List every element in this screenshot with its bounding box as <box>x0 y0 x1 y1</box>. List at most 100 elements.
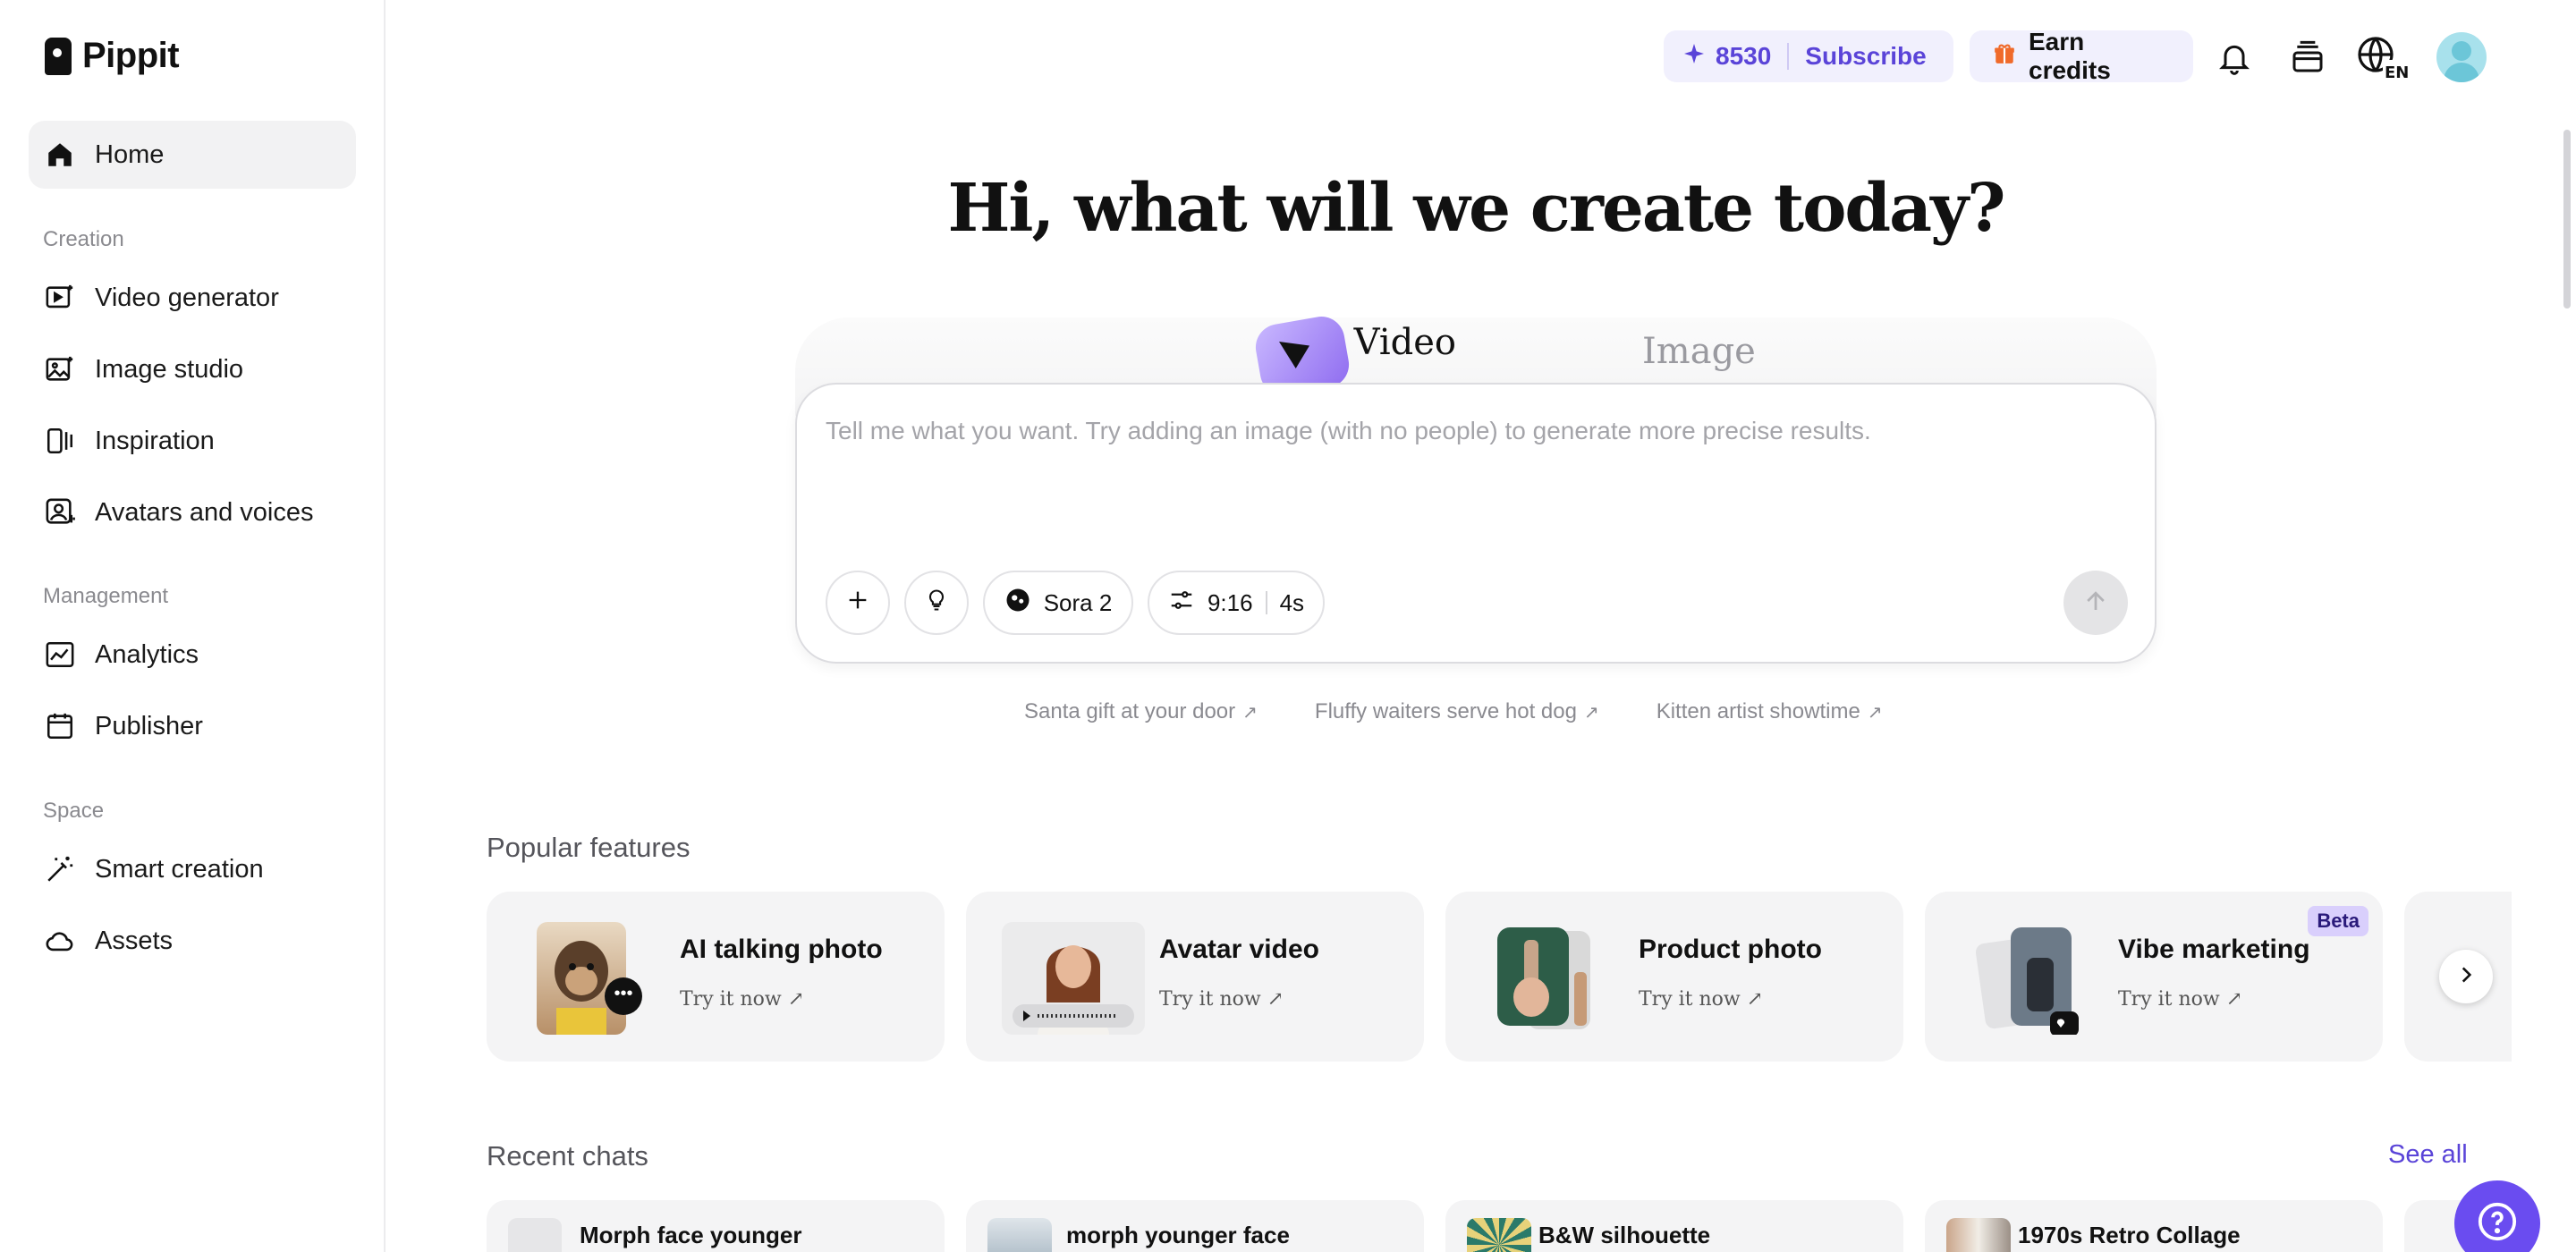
avatar-woman-thumbnail <box>1002 922 1145 1035</box>
sidebar-item-label: Image studio <box>95 354 244 384</box>
sidebar-item-avatars-and-voices[interactable]: Avatars and voices <box>29 478 356 546</box>
image-studio-icon <box>45 354 75 385</box>
suggestion-chip[interactable]: Kitten artist showtime ↗ <box>1657 699 1883 724</box>
sora-model-icon <box>1004 587 1031 620</box>
sidebar-item-publisher[interactable]: Publisher <box>29 692 356 760</box>
sidebar-item-label: Assets <box>95 926 174 955</box>
credits-count: 8530 <box>1716 42 1772 70</box>
arrow-up-right-icon: ↗ <box>1583 703 1599 723</box>
tab-video[interactable]: Video <box>1250 302 1456 400</box>
sidebar-item-inspiration[interactable]: Inspiration <box>29 407 356 475</box>
credits-subscribe-pill[interactable]: 8530 Subscribe <box>1664 30 1953 82</box>
try-it-now-link[interactable]: Try it now ↗ <box>2118 988 2242 1011</box>
chat-thumbnail <box>508 1218 562 1252</box>
chat-title: morph younger face <box>1066 1222 1290 1248</box>
bell-icon[interactable] <box>2213 36 2256 79</box>
sidebar-item-assets[interactable]: Assets <box>29 907 356 975</box>
chat-thumbnail <box>987 1218 1052 1252</box>
prompt-suggestions: Santa gift at your door ↗ Fluffy waiters … <box>1024 699 1883 724</box>
home-icon <box>45 140 75 170</box>
pippit-logo-icon <box>45 37 72 75</box>
arrow-up-right-icon: ↗ <box>2225 988 2243 1011</box>
user-avatar[interactable] <box>2436 32 2487 82</box>
sidebar-item-analytics[interactable]: Analytics <box>29 621 356 689</box>
sidebar-section-management: Management <box>43 584 169 608</box>
try-it-now-link[interactable]: Try it now ↗ <box>1159 988 1284 1011</box>
recent-chat-card[interactable]: B&W silhouette <box>1445 1200 1903 1252</box>
page-title: Hi, what will we create today? <box>947 170 2006 247</box>
sliders-icon <box>1168 587 1195 620</box>
tab-image[interactable]: Image <box>1642 331 1756 372</box>
page-scrollbar[interactable] <box>2563 130 2571 309</box>
chimp-thumbnail <box>537 922 626 1035</box>
video-settings-button[interactable]: 9:16 4s <box>1148 571 1325 635</box>
carousel-next-button[interactable] <box>2439 950 2493 1003</box>
video-generator-icon <box>45 283 75 313</box>
sidebar-item-home[interactable]: Home <box>29 121 356 189</box>
feature-card-ai-talking-photo[interactable]: ••• AI talking photo Try it now ↗ <box>487 892 945 1062</box>
chat-title: B&W silhouette <box>1538 1222 1711 1248</box>
product-bottle-thumbnail <box>1492 922 1599 1035</box>
arrow-up-icon <box>2082 588 2109 619</box>
popular-features-heading: Popular features <box>487 832 691 863</box>
chat-title: 1970s Retro Collage <box>2018 1222 2241 1248</box>
avatar-voice-icon <box>45 497 75 528</box>
layers-icon[interactable] <box>2286 36 2329 79</box>
sidebar-section-creation: Creation <box>43 227 124 251</box>
arrow-up-right-icon: ↗ <box>787 988 805 1011</box>
arrow-up-right-icon: ↗ <box>1867 703 1883 723</box>
sidebar-item-image-studio[interactable]: Image studio <box>29 335 356 403</box>
language-globe-icon[interactable]: EN <box>2356 36 2410 80</box>
feature-title: AI talking photo <box>680 935 883 964</box>
sidebar-item-label: Analytics <box>95 639 199 669</box>
analytics-icon <box>45 639 75 670</box>
recent-chat-card[interactable]: morph younger face <box>966 1200 1424 1252</box>
try-it-now-link[interactable]: Try it now ↗ <box>1639 988 1763 1011</box>
see-all-link[interactable]: See all <box>2388 1140 2468 1170</box>
suggestion-chip[interactable]: Santa gift at your door ↗ <box>1024 699 1258 724</box>
sidebar-section-space: Space <box>43 799 105 823</box>
plus-icon <box>845 588 870 619</box>
sidebar: Pippit Home Creation Video generator Ima… <box>0 0 386 1252</box>
question-icon <box>2477 1201 2518 1247</box>
sidebar-item-video-generator[interactable]: Video generator <box>29 264 356 332</box>
sidebar-item-label: Publisher <box>95 711 203 740</box>
lightbulb-icon <box>924 588 949 619</box>
magic-wand-icon <box>45 854 75 884</box>
sidebar-item-label: Avatars and voices <box>95 497 314 527</box>
subscribe-button[interactable]: Subscribe <box>1805 42 1926 71</box>
earn-credits-button[interactable]: Earn credits <box>1970 28 2193 84</box>
feature-card-product-photo[interactable]: Product photo Try it now ↗ <box>1445 892 1903 1062</box>
recent-chat-card[interactable]: 1970s Retro Collage <box>1925 1200 2383 1252</box>
chevron-right-icon <box>2454 963 2478 991</box>
try-it-now-link[interactable]: Try it now ↗ <box>680 988 804 1011</box>
duration-label: 4s <box>1279 588 1305 616</box>
send-button[interactable] <box>2063 571 2128 635</box>
sidebar-item-smart-creation[interactable]: Smart creation <box>29 835 356 903</box>
inspiration-icon <box>45 426 75 456</box>
sidebar-item-label: Video generator <box>95 283 279 312</box>
logo[interactable]: Pippit <box>45 36 180 76</box>
vibe-marketing-thumbnail <box>1971 922 2088 1035</box>
recent-chats-heading: Recent chats <box>487 1140 648 1172</box>
aspect-ratio-label: 9:16 <box>1207 588 1253 616</box>
gift-icon <box>1993 42 2016 72</box>
recent-chat-card[interactable]: Morph face younger <box>487 1200 945 1252</box>
divider <box>1787 43 1790 70</box>
video-mode-icon <box>1250 302 1353 400</box>
chat-thumbnail <box>1467 1218 1531 1252</box>
arrow-up-right-icon: ↗ <box>1242 703 1258 723</box>
feature-card-avatar-video[interactable]: Avatar video Try it now ↗ <box>966 892 1424 1062</box>
add-attachment-button[interactable] <box>826 571 890 635</box>
sidebar-item-label: Home <box>95 140 165 169</box>
chat-thumbnail <box>1946 1218 2011 1252</box>
model-select[interactable]: Sora 2 <box>983 571 1133 635</box>
feature-card-vibe-marketing[interactable]: Beta Vibe marketing Try it now ↗ <box>1925 892 2383 1062</box>
idea-button[interactable] <box>904 571 969 635</box>
suggestion-chip[interactable]: Fluffy waiters serve hot dog ↗ <box>1315 699 1599 724</box>
earn-credits-label: Earn credits <box>2029 28 2111 84</box>
prompt-input[interactable]: Tell me what you want. Try adding an ima… <box>826 417 1871 445</box>
feature-title: Product photo <box>1639 935 1822 964</box>
help-button[interactable] <box>2454 1180 2540 1252</box>
beta-badge: Beta <box>2308 906 2368 936</box>
